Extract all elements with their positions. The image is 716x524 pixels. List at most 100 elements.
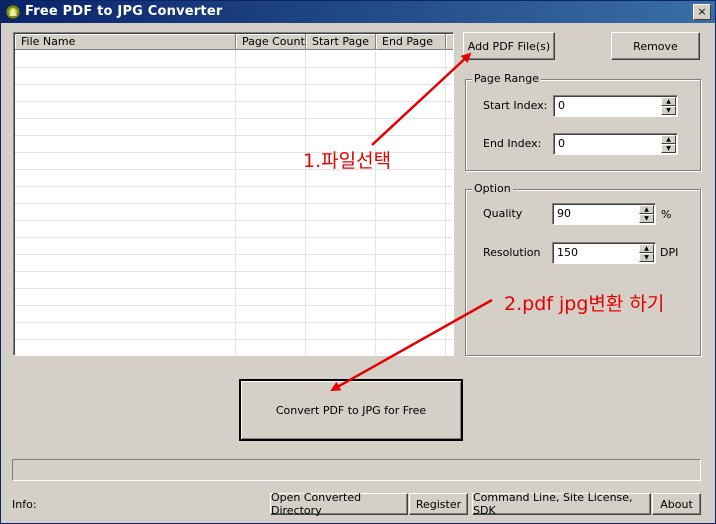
column-header-page-count[interactable]: Page Count	[236, 34, 306, 50]
about-button[interactable]: About	[652, 493, 701, 515]
table-cell	[306, 204, 376, 220]
table-cell	[15, 51, 236, 67]
table-row[interactable]	[15, 85, 452, 102]
table-cell	[236, 136, 306, 152]
table-cell	[236, 170, 306, 186]
table-row[interactable]	[15, 221, 452, 238]
table-row[interactable]	[15, 68, 452, 85]
quality-unit: %	[661, 208, 672, 221]
column-header-file-name[interactable]: File Name	[15, 34, 236, 50]
spin-up-icon[interactable]: ▲	[639, 205, 654, 214]
info-label: Info:	[12, 498, 37, 511]
table-row[interactable]	[15, 204, 452, 221]
table-cell	[236, 272, 306, 288]
table-row[interactable]	[15, 51, 452, 68]
table-cell	[15, 85, 236, 101]
open-converted-directory-button[interactable]: Open Converted Directory	[270, 491, 408, 517]
table-cell	[376, 238, 446, 254]
spin-down-icon[interactable]: ▼	[639, 214, 654, 223]
table-cell	[15, 238, 236, 254]
quality-label: Quality	[483, 207, 523, 220]
table-cell	[236, 340, 306, 355]
column-header-end-page[interactable]: End Page	[376, 34, 446, 50]
title-bar[interactable]: Free PDF to JPG Converter ×	[1, 1, 715, 23]
table-cell	[306, 187, 376, 203]
start-index-spin-buttons: ▲ ▼	[661, 97, 676, 115]
table-row[interactable]	[15, 119, 452, 136]
table-cell	[15, 204, 236, 220]
start-index-spinner[interactable]: 0 ▲ ▼	[553, 95, 678, 117]
table-cell	[306, 51, 376, 67]
table-row[interactable]	[15, 238, 452, 255]
table-cell	[376, 119, 446, 135]
table-cell	[15, 187, 236, 203]
quality-spin-buttons: ▲ ▼	[639, 205, 654, 223]
add-pdf-files-button[interactable]: Add PDF File(s)	[463, 32, 555, 60]
annotation-step2: 2.pdf jpg변환 하기	[504, 293, 665, 315]
table-cell	[376, 68, 446, 84]
spin-down-icon[interactable]: ▼	[661, 106, 676, 115]
table-cell	[236, 204, 306, 220]
table-cell	[236, 221, 306, 237]
table-cell	[306, 102, 376, 118]
table-row[interactable]	[15, 289, 452, 306]
table-cell	[376, 102, 446, 118]
table-cell	[15, 272, 236, 288]
table-cell	[306, 68, 376, 84]
table-cell	[236, 255, 306, 271]
end-index-value[interactable]: 0	[558, 137, 565, 150]
table-cell	[15, 119, 236, 135]
table-row[interactable]	[15, 102, 452, 119]
table-cell	[15, 340, 236, 355]
app-window: Free PDF to JPG Converter × File Name Pa…	[0, 0, 716, 524]
table-cell	[306, 255, 376, 271]
table-row[interactable]	[15, 306, 452, 323]
end-index-spinner[interactable]: 0 ▲ ▼	[553, 133, 678, 155]
table-cell	[236, 119, 306, 135]
command-line-button[interactable]: Command Line, Site License, SDK	[472, 491, 651, 517]
table-cell	[236, 153, 306, 169]
table-cell	[376, 306, 446, 322]
table-cell	[15, 170, 236, 186]
register-button[interactable]: Register	[409, 493, 468, 515]
column-header-filler	[446, 34, 453, 50]
table-row[interactable]	[15, 340, 452, 355]
table-cell	[236, 187, 306, 203]
spin-up-icon[interactable]: ▲	[661, 135, 676, 144]
close-button[interactable]: ×	[693, 4, 711, 20]
resolution-spin-buttons: ▲ ▼	[639, 244, 654, 262]
window-title: Free PDF to JPG Converter	[25, 4, 223, 19]
spin-up-icon[interactable]: ▲	[661, 97, 676, 106]
convert-button[interactable]: Convert PDF to JPG for Free	[239, 379, 463, 441]
table-row[interactable]	[15, 323, 452, 340]
table-row[interactable]	[15, 255, 452, 272]
table-cell	[236, 102, 306, 118]
table-cell	[376, 187, 446, 203]
table-cell	[376, 323, 446, 339]
table-cell	[236, 51, 306, 67]
table-row[interactable]	[15, 187, 452, 204]
table-cell	[376, 255, 446, 271]
table-row[interactable]	[15, 272, 452, 289]
table-cell	[236, 68, 306, 84]
column-header-start-page[interactable]: Start Page	[306, 34, 376, 50]
resolution-value[interactable]: 150	[557, 246, 578, 259]
table-cell	[15, 68, 236, 84]
spin-down-icon[interactable]: ▼	[639, 253, 654, 262]
remove-button[interactable]: Remove	[611, 32, 700, 60]
table-cell	[376, 204, 446, 220]
resolution-spinner[interactable]: 150 ▲ ▼	[552, 242, 656, 264]
table-cell	[236, 323, 306, 339]
file-list[interactable]: File Name Page Count Start Page End Page	[13, 32, 454, 356]
table-cell	[376, 51, 446, 67]
table-cell	[376, 85, 446, 101]
quality-value[interactable]: 90	[557, 207, 571, 220]
table-cell	[306, 323, 376, 339]
spin-up-icon[interactable]: ▲	[639, 244, 654, 253]
start-index-value[interactable]: 0	[558, 99, 565, 112]
table-cell	[376, 340, 446, 355]
spin-down-icon[interactable]: ▼	[661, 144, 676, 153]
table-cell	[15, 102, 236, 118]
quality-spinner[interactable]: 90 ▲ ▼	[552, 203, 656, 225]
table-cell	[306, 85, 376, 101]
